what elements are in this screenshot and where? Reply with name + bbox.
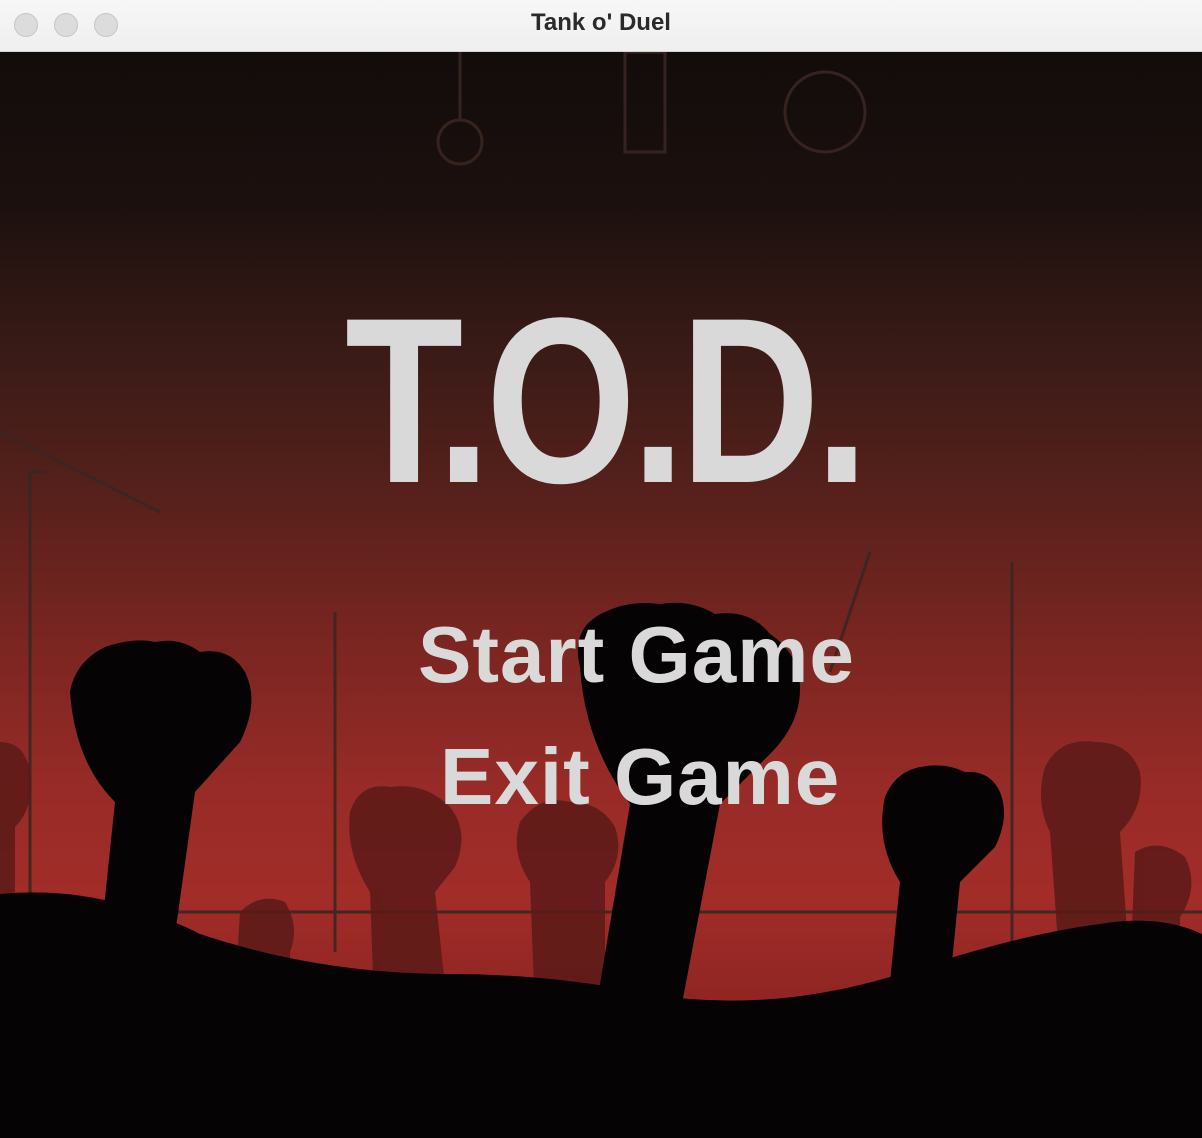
title-bar: Tank o' Duel bbox=[0, 0, 1202, 52]
window-title: Tank o' Duel bbox=[531, 9, 671, 36]
background-art bbox=[0, 52, 1202, 1032]
title-screen: T.O.D. Start Game Exit Game bbox=[0, 52, 1202, 1138]
game-window: Tank o' Duel T.O.D. Start Game Exit Game bbox=[0, 0, 1202, 1138]
exit-game-button[interactable]: Exit Game bbox=[440, 734, 840, 820]
game-logo: T.O.D. bbox=[345, 269, 869, 533]
start-game-button[interactable]: Start Game bbox=[418, 612, 855, 698]
